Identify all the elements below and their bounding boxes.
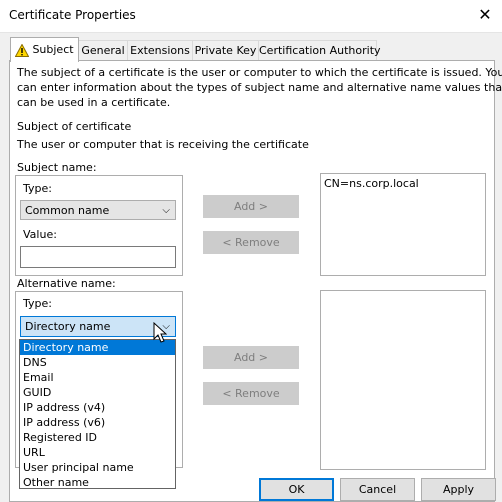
warning-icon — [15, 43, 30, 57]
subject-value-label: Value: — [23, 228, 57, 241]
tab-extensions[interactable]: Extensions — [127, 40, 193, 61]
subject-add-button[interactable]: Add > — [203, 195, 299, 218]
dropdown-option[interactable]: GUID — [20, 385, 175, 400]
intro-line-2: can enter information about the types of… — [17, 81, 502, 94]
dropdown-option[interactable]: Directory name — [20, 340, 175, 355]
subject-list-item[interactable]: CN=ns.corp.local — [321, 174, 485, 190]
tab-label: General — [81, 44, 125, 57]
alt-type-value: Directory name — [25, 320, 111, 333]
dropdown-option[interactable]: IP address (v6) — [20, 415, 175, 430]
chevron-down-icon: ⌵ — [162, 205, 170, 216]
alternative-name-label: Alternative name: — [17, 277, 116, 290]
subject-type-value: Common name — [25, 204, 110, 217]
tab-general[interactable]: General — [78, 40, 128, 61]
ok-button[interactable]: OK — [259, 478, 334, 501]
tab-label: Extensions — [130, 44, 190, 57]
dropdown-option[interactable]: Registered ID — [20, 430, 175, 445]
cancel-button[interactable]: Cancel — [340, 478, 415, 501]
dropdown-option[interactable]: IP address (v4) — [20, 400, 175, 415]
dropdown-option[interactable]: URL — [20, 445, 175, 460]
subject-type-select[interactable]: Common name ⌵ — [20, 200, 176, 220]
subject-list[interactable]: CN=ns.corp.local — [320, 173, 486, 276]
subject-name-label: Subject name: — [17, 161, 97, 174]
tab-certification-authority[interactable]: Certification Authority — [258, 40, 381, 61]
subject-remove-button[interactable]: < Remove — [203, 231, 299, 254]
tab-label: Certification Authority — [259, 44, 381, 57]
dropdown-option[interactable]: User principal name — [20, 460, 175, 475]
subject-value-input[interactable] — [20, 246, 176, 268]
intro-line-1: The subject of a certificate is the user… — [17, 66, 502, 79]
subject-of-certificate-heading: Subject of certificate — [17, 120, 132, 133]
subject-type-label: Type: — [23, 182, 52, 195]
alt-type-label: Type: — [23, 297, 52, 310]
window-title: Certificate Properties — [9, 8, 136, 22]
dropdown-option[interactable]: Other name — [20, 475, 175, 490]
tab-label: Private Key — [194, 44, 257, 57]
tab-label: Subject — [32, 43, 74, 56]
mouse-cursor-icon — [153, 322, 167, 343]
alt-type-dropdown-list[interactable]: Directory name DNS Email GUID IP address… — [19, 339, 176, 489]
alt-add-button[interactable]: Add > — [203, 346, 299, 369]
tab-subject[interactable]: Subject — [10, 37, 79, 62]
alt-remove-button[interactable]: < Remove — [203, 382, 299, 405]
dropdown-option[interactable]: Email — [20, 370, 175, 385]
apply-button[interactable]: Apply — [421, 478, 496, 501]
alternative-name-list[interactable] — [320, 290, 486, 470]
subject-of-certificate-description: The user or computer that is receiving t… — [17, 138, 309, 151]
tab-private-key[interactable]: Private Key — [192, 40, 259, 61]
close-icon[interactable]: ✕ — [474, 4, 496, 26]
intro-line-3: can be used in a certificate. — [17, 96, 171, 109]
dropdown-option[interactable]: DNS — [20, 355, 175, 370]
